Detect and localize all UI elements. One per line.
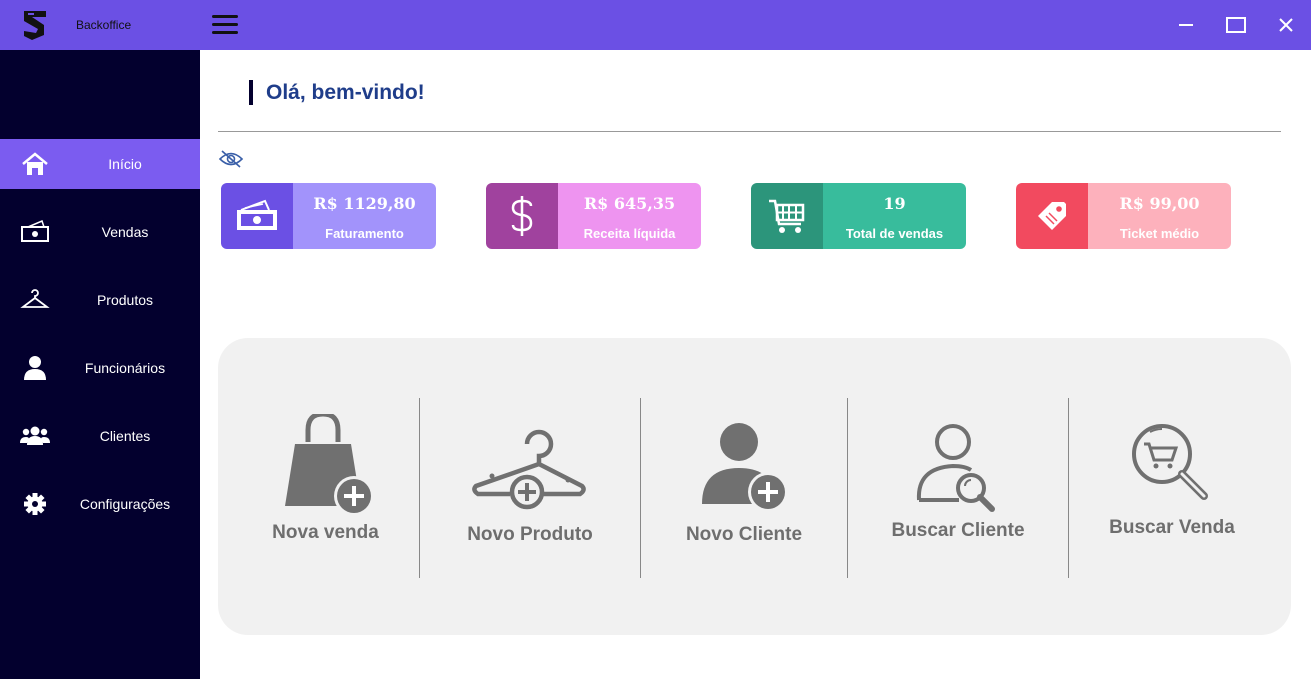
action-label: Nova venda (272, 522, 379, 543)
sidebar-item-funcionarios[interactable]: Funcionários (0, 343, 200, 393)
sidebar-item-label: Início (108, 156, 142, 172)
sidebar-item-produtos[interactable]: Produtos (0, 275, 200, 325)
page-title: Olá, bem-vindo! (266, 81, 425, 104)
maximize-icon[interactable] (1223, 12, 1249, 38)
hanger-icon (20, 289, 50, 308)
sidebar-item-label: Clientes (99, 428, 151, 444)
close-icon[interactable] (1273, 12, 1299, 38)
stat-value: R$ 645,35 (583, 194, 676, 213)
app-title: Backoffice (76, 18, 132, 32)
title-bar: Backoffice (0, 0, 1311, 50)
shopping-bag-plus-icon (284, 414, 374, 516)
sidebar-item-label: Funcionários (84, 360, 166, 376)
buscar-venda-button[interactable]: Buscar Venda (1069, 398, 1275, 578)
tag-icon (1038, 202, 1066, 230)
action-label: Novo Produto (467, 524, 593, 545)
stat-label: Total de vendas (845, 226, 944, 241)
novo-produto-button[interactable]: Novo Produto (420, 398, 640, 578)
minimize-icon[interactable] (1173, 12, 1199, 38)
stat-card-receita: R$ 645,35 Receita líquida (486, 183, 701, 249)
sidebar-item-configuracoes[interactable]: Configurações (0, 479, 200, 529)
quick-actions-panel: Nova venda Novo Produto Novo Cliente Bus… (218, 338, 1291, 635)
sidebar-item-vendas[interactable]: Vendas (0, 207, 200, 257)
card-icon-bg (486, 183, 558, 249)
sidebar-item-label: Vendas (101, 224, 149, 240)
sidebar-item-label: Produtos (96, 292, 154, 308)
stat-card-faturamento: R$ 1129,80 Faturamento (221, 183, 436, 249)
app-logo-icon (24, 11, 46, 40)
cash-icon (21, 219, 49, 242)
dollar-icon (511, 196, 533, 236)
stat-card-total-vendas: 19 Total de vendas (751, 183, 966, 249)
user-plus-icon (702, 423, 788, 512)
sidebar: Início Vendas Produtos Funcionários Clie… (0, 50, 200, 679)
novo-cliente-button[interactable]: Novo Cliente (641, 398, 847, 578)
greeting-accent (249, 80, 253, 105)
money-icon (237, 199, 277, 230)
stat-value: R$ 99,00 (1119, 194, 1200, 213)
user-search-icon (916, 424, 995, 512)
user-icon (24, 356, 46, 380)
card-body: R$ 99,00 Ticket médio (1088, 183, 1231, 249)
divider (218, 131, 1281, 132)
card-body: 19 Total de vendas (823, 183, 966, 249)
menu-toggle-icon[interactable] (212, 15, 238, 35)
buscar-cliente-button[interactable]: Buscar Cliente (848, 398, 1068, 578)
sidebar-item-label: Configurações (79, 496, 171, 512)
card-icon-bg (751, 183, 823, 249)
users-icon (20, 426, 50, 445)
home-icon (22, 152, 48, 175)
action-label: Buscar Venda (1109, 517, 1235, 538)
eye-off-icon[interactable] (218, 149, 244, 169)
cart-icon (769, 199, 805, 233)
stat-label: Receita líquida (583, 226, 676, 241)
stat-label: Ticket médio (1119, 226, 1200, 241)
action-label: Buscar Cliente (891, 520, 1025, 541)
card-body: R$ 1129,80 Faturamento (293, 183, 436, 249)
sidebar-item-inicio[interactable]: Início (0, 139, 200, 189)
hanger-plus-icon (472, 429, 586, 510)
card-icon-bg (1016, 183, 1088, 249)
sidebar-item-clientes[interactable]: Clientes (0, 411, 200, 461)
card-body: R$ 645,35 Receita líquida (558, 183, 701, 249)
stat-value: R$ 1129,80 (313, 194, 416, 213)
gear-icon (24, 493, 46, 515)
stat-value: 19 (883, 194, 906, 213)
card-icon-bg (221, 183, 293, 249)
cart-search-icon (1132, 424, 1208, 500)
stat-card-ticket-medio: R$ 99,00 Ticket médio (1016, 183, 1231, 249)
stat-label: Faturamento (325, 226, 404, 241)
nova-venda-button[interactable]: Nova venda (232, 398, 419, 578)
action-label: Novo Cliente (685, 524, 803, 545)
